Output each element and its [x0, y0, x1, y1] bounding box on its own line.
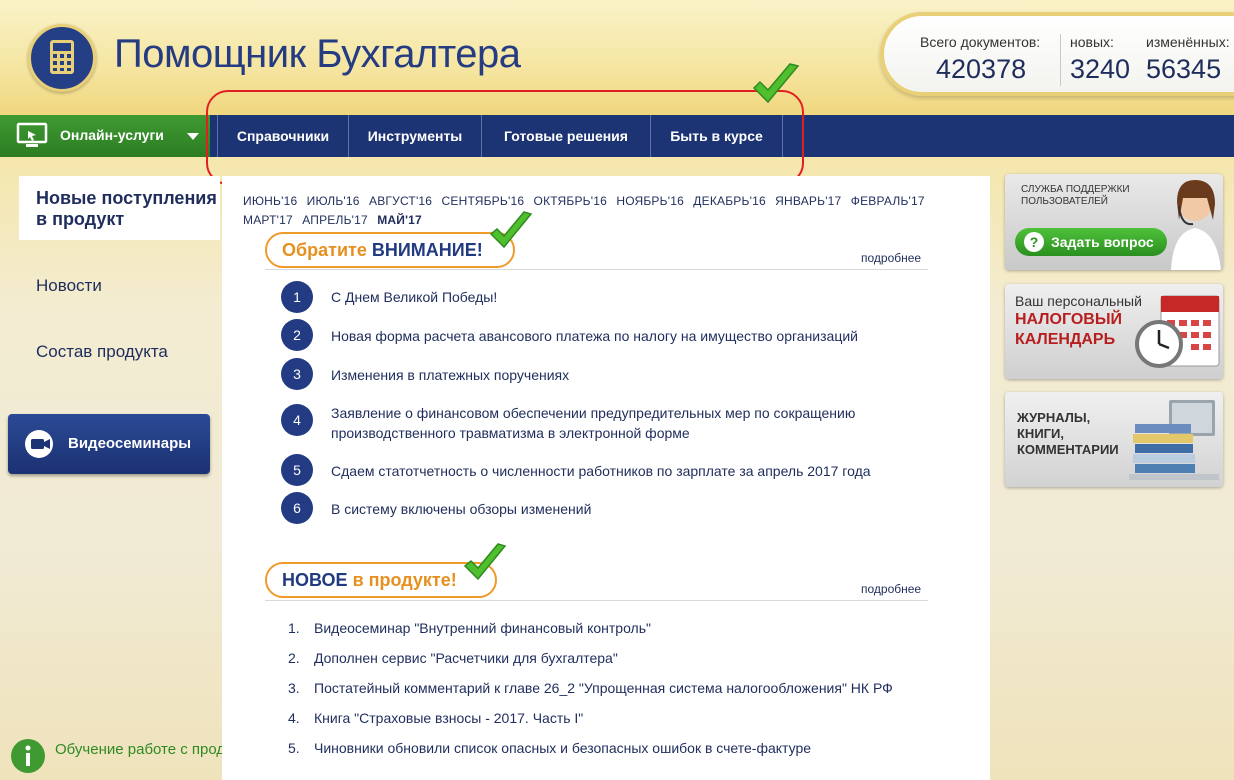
stat-changed-label: изменённых: — [1146, 34, 1230, 50]
attention-title-a: Обратите — [282, 239, 367, 260]
video-seminars-label: Видеосеминары — [68, 435, 192, 452]
new-item[interactable]: Видеосеминар "Внутренний финансовый конт… — [314, 620, 651, 636]
support-label: СЛУЖБА ПОДДЕРЖКИ ПОЛЬЗОВАТЕЛЕЙ — [1021, 184, 1130, 207]
attention-item[interactable]: Новая форма расчета авансового платежа п… — [331, 326, 911, 346]
document-stats: Всего документов: 420378 новых: 3240 изм… — [880, 12, 1234, 96]
svg-text:?: ? — [1030, 234, 1039, 250]
journals-label: ЖУРНАЛЫ, КНИГИ, КОММЕНТАРИИ — [1017, 410, 1119, 457]
number-badge: 5 — [281, 454, 313, 486]
month-link[interactable]: АПРЕЛЬ'17 — [302, 213, 368, 227]
sidebar-item-new-arrivals[interactable]: Новые поступления в продукт — [36, 188, 226, 230]
stat-total-label: Всего документов: — [920, 34, 1041, 50]
monitor-icon — [16, 122, 48, 147]
app-title[interactable]: Помощник Бухгалтера — [114, 32, 521, 77]
list-number: 4. — [288, 710, 300, 726]
video-seminars-button[interactable]: Видеосеминары — [8, 414, 210, 474]
attention-item[interactable]: Заявление о финансовом обеспечении преду… — [331, 403, 911, 443]
calculator-logo-icon[interactable] — [28, 24, 96, 92]
month-link[interactable]: ИЮНЬ'16 — [243, 194, 297, 208]
month-link-current[interactable]: МАЙ'17 — [377, 213, 422, 227]
new-item[interactable]: Дополнен сервис "Расчетчики для бухгалте… — [314, 650, 618, 666]
list-number: 3. — [288, 680, 300, 696]
month-link[interactable]: ДЕКАБРЬ'16 — [693, 194, 766, 208]
stat-new-value: 3240 — [1070, 54, 1131, 84]
number-badge: 4 — [281, 404, 313, 436]
new-more-link[interactable]: подробнее — [861, 582, 921, 596]
list-number: 2. — [288, 650, 300, 666]
new-item[interactable]: Постатейный комментарий к главе 26_2 "Уп… — [314, 680, 893, 696]
highlight-oval — [206, 90, 804, 185]
month-link[interactable]: АВГУСТ'16 — [369, 194, 432, 208]
checkmark-icon — [463, 543, 507, 581]
month-row-1: ИЮНЬ'16 ИЮЛЬ'16 АВГУСТ'16 СЕНТЯБРЬ'16 ОК… — [243, 194, 931, 208]
online-services-label: Онлайн-услуги — [60, 127, 164, 143]
camera-icon — [25, 430, 53, 458]
support-operator-icon — [1171, 180, 1221, 270]
month-link[interactable]: МАРТ'17 — [243, 213, 293, 227]
sidebar-item-news[interactable]: Новости — [36, 276, 102, 296]
month-link[interactable]: ЯНВАРЬ'17 — [775, 194, 841, 208]
attention-heading: Обратите ВНИМАНИЕ! — [265, 232, 515, 268]
ask-question-label: Задать вопрос — [1051, 234, 1154, 250]
attention-item[interactable]: В систему включены обзоры изменений — [331, 499, 911, 519]
list-number: 1. — [288, 620, 300, 636]
stat-total-value: 420378 — [936, 54, 1027, 84]
stat-changed-value: 56345 — [1146, 54, 1222, 84]
sidebar-item-product-contents[interactable]: Состав продукта — [36, 342, 168, 362]
new-title-b: в продукте! — [352, 569, 457, 590]
number-badge: 1 — [281, 281, 313, 313]
attention-item[interactable]: Изменения в платежных поручениях — [331, 365, 911, 385]
month-link[interactable]: СЕНТЯБРЬ'16 — [442, 194, 525, 208]
divider — [265, 269, 928, 270]
stat-new-label: новых: — [1070, 34, 1114, 50]
tax-calendar-banner[interactable]: Ваш персональный НАЛОГОВЫЙ КАЛЕНДАРЬ — [1005, 284, 1223, 379]
calendar-small-label: Ваш персональный — [1015, 293, 1142, 309]
number-badge: 3 — [281, 358, 313, 390]
new-item[interactable]: Чиновники обновили список опасных и безо… — [314, 740, 811, 756]
checkmark-icon — [489, 211, 533, 249]
attention-more-link[interactable]: подробнее — [861, 251, 921, 265]
info-icon — [11, 739, 45, 773]
attention-item[interactable]: Сдаем статотчетность о численности работ… — [331, 461, 911, 481]
attention-item[interactable]: С Днем Великой Победы! — [331, 287, 911, 307]
month-link[interactable]: НОЯБРЬ'16 — [616, 194, 684, 208]
calendar-clock-icon — [1135, 295, 1220, 368]
list-number: 5. — [288, 740, 300, 756]
month-row-2: МАРТ'17 АПРЕЛЬ'17 МАЙ'17 — [243, 213, 428, 227]
new-item[interactable]: Книга "Страховые взносы - 2017. Часть I" — [314, 710, 583, 726]
number-badge: 6 — [281, 492, 313, 524]
month-link[interactable]: ОКТЯБРЬ'16 — [534, 194, 607, 208]
month-link[interactable]: ФЕВРАЛЬ'17 — [851, 194, 925, 208]
divider — [265, 600, 928, 601]
stat-divider — [1060, 34, 1061, 86]
attention-title-b: ВНИМАНИЕ! — [371, 239, 483, 260]
online-services-menu[interactable]: Онлайн-услуги — [0, 115, 210, 157]
journals-banner[interactable]: ЖУРНАЛЫ, КНИГИ, КОММЕНТАРИИ — [1005, 392, 1223, 487]
support-banner[interactable]: СЛУЖБА ПОДДЕРЖКИ ПОЛЬЗОВАТЕЛЕЙ ? Задать … — [1005, 174, 1223, 270]
chevron-down-icon — [187, 133, 199, 140]
number-badge: 2 — [281, 319, 313, 351]
checkmark-icon — [752, 63, 800, 104]
question-icon: ? — [1024, 232, 1044, 252]
books-laptop-icon — [1129, 400, 1219, 480]
month-link[interactable]: ИЮЛЬ'16 — [307, 194, 360, 208]
new-title-a: НОВОЕ — [282, 569, 348, 590]
ask-question-button[interactable]: ? Задать вопрос — [1015, 228, 1167, 256]
